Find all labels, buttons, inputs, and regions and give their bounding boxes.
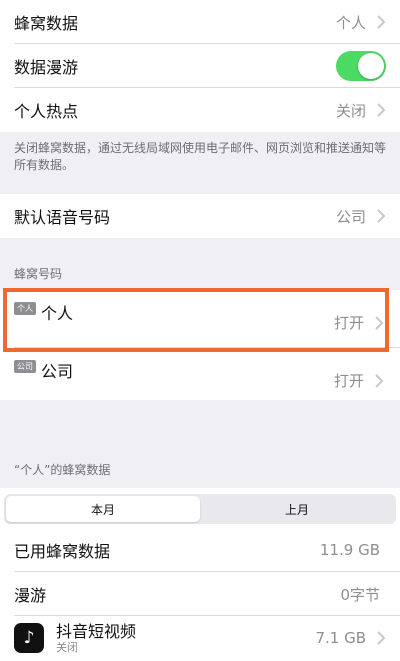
app-row[interactable]: ♪ 抖音短视频 关闭 7.1 GB xyxy=(0,616,400,660)
usage-group: 本月 上月 已用蜂窝数据 11.9 GB 漫游 0字节 ♪ 抖音短视频 关闭 7… xyxy=(0,488,400,661)
personal-hotspot-row[interactable]: 个人热点 关闭 xyxy=(0,88,400,132)
app-usage-value: 7.1 GB xyxy=(315,629,366,647)
default-voice-label: 默认语音号码 xyxy=(14,208,111,227)
cellular-settings-group: 蜂窝数据 个人 数据漫游 个人热点 关闭 xyxy=(0,0,400,132)
line-name: 公司 xyxy=(41,362,74,381)
default-voice-row[interactable]: 默认语音号码 公司 xyxy=(0,194,400,238)
line-company-value: 打开 xyxy=(333,372,364,390)
cellular-lines-header: 蜂窝号码 xyxy=(14,267,63,281)
used-data-row: 已用蜂窝数据 11.9 GB xyxy=(0,528,400,572)
line-company-label: 公司 公司 xyxy=(14,358,386,382)
line-company-row[interactable]: 公司 公司 打开 xyxy=(0,348,400,406)
app-name: 抖音短视频 xyxy=(56,621,137,641)
data-roaming-row: 数据漫游 xyxy=(0,44,400,88)
cellular-data-label: 蜂窝数据 xyxy=(14,14,79,33)
roaming-usage-value: 0字节 xyxy=(340,585,380,604)
app-text: 抖音短视频 关闭 xyxy=(56,622,315,655)
chevron-right-icon xyxy=(377,15,386,29)
chevron-right-icon xyxy=(377,209,386,223)
line-badge: 公司 xyxy=(14,360,36,373)
default-voice-value: 公司 xyxy=(335,207,366,226)
roaming-usage-row: 漫游 0字节 xyxy=(0,572,400,616)
default-voice-group: 默认语音号码 公司 xyxy=(0,194,400,238)
used-data-value: 11.9 GB xyxy=(319,541,380,559)
personal-hotspot-label: 个人热点 xyxy=(14,102,79,121)
chevron-right-icon xyxy=(377,103,386,117)
segment-last-month[interactable]: 上月 xyxy=(200,496,394,522)
usage-header: “个人”的蜂窝数据 xyxy=(14,463,111,477)
data-roaming-label: 数据漫游 xyxy=(14,58,79,77)
tiktok-icon: ♪ xyxy=(14,623,44,653)
cellular-data-value: 个人 xyxy=(335,13,366,32)
highlight-box xyxy=(3,288,389,352)
month-segmented-control: 本月 上月 xyxy=(4,494,396,524)
segment-this-month[interactable]: 本月 xyxy=(6,496,200,522)
data-roaming-toggle[interactable] xyxy=(336,51,386,81)
personal-hotspot-value: 关闭 xyxy=(335,101,366,120)
cellular-data-row[interactable]: 蜂窝数据 个人 xyxy=(0,0,400,44)
used-data-label: 已用蜂窝数据 xyxy=(14,542,111,561)
chevron-right-icon xyxy=(375,373,384,388)
roaming-usage-label: 漫游 xyxy=(14,586,47,605)
chevron-right-icon xyxy=(377,631,386,645)
app-status: 关闭 xyxy=(56,640,78,654)
cellular-data-note: 关闭蜂窝数据，通过无线局域网使用电子邮件、网页浏览和推送通知等所有数据。 xyxy=(0,132,400,184)
